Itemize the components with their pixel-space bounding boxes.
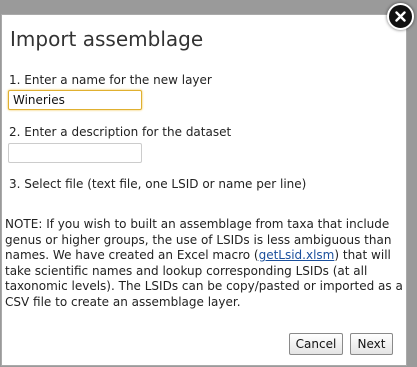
dataset-description-input[interactable] bbox=[8, 143, 142, 163]
dialog-title: Import assemblage bbox=[10, 27, 204, 51]
layer-name-input[interactable] bbox=[8, 90, 142, 110]
close-button[interactable] bbox=[387, 3, 414, 30]
close-icon bbox=[395, 11, 406, 22]
cancel-button[interactable]: Cancel bbox=[289, 333, 343, 355]
note-text: NOTE: If you wish to built an assemblage… bbox=[5, 217, 405, 310]
getlsid-link[interactable]: getLsid.xlsm bbox=[259, 248, 335, 262]
step2-label: 2. Enter a description for the dataset bbox=[9, 125, 232, 139]
next-button[interactable]: Next bbox=[350, 333, 393, 355]
step3-label: 3. Select file (text file, one LSID or n… bbox=[9, 177, 307, 191]
step1-label: 1. Enter a name for the new layer bbox=[9, 73, 212, 87]
